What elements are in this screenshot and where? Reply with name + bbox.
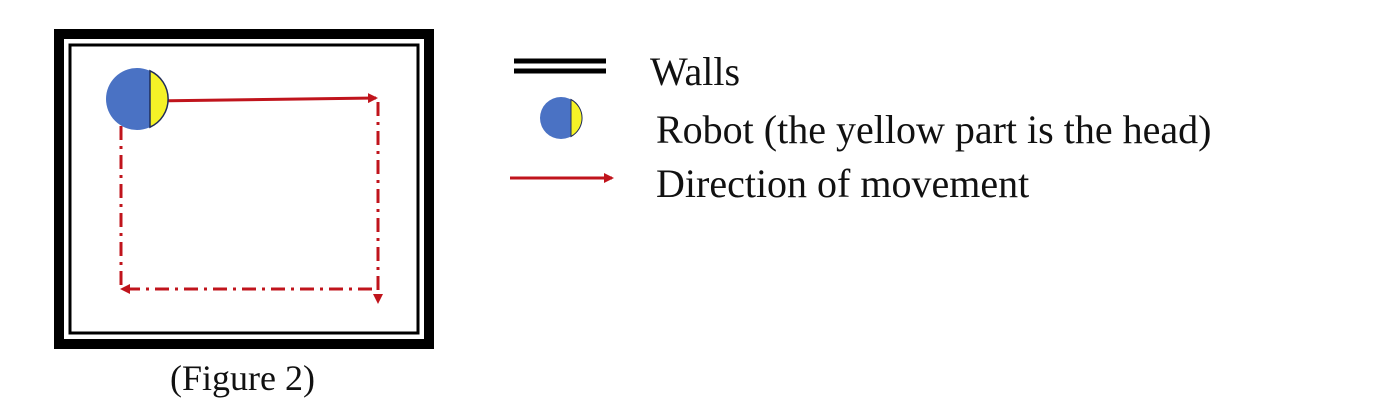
solid-direction-arrow	[149, 93, 378, 104]
legend-robot-label: Robot (the yellow part is the head)	[656, 107, 1212, 152]
legend-direction-label: Direction of movement	[656, 161, 1030, 206]
legend-wall-icon	[514, 58, 606, 74]
movement-path	[116, 93, 383, 304]
legend-walls-label: Walls	[650, 49, 741, 94]
figure-caption: (Figure 2)	[170, 358, 315, 398]
legend-robot-icon	[540, 97, 583, 139]
robot-icon	[106, 68, 169, 130]
